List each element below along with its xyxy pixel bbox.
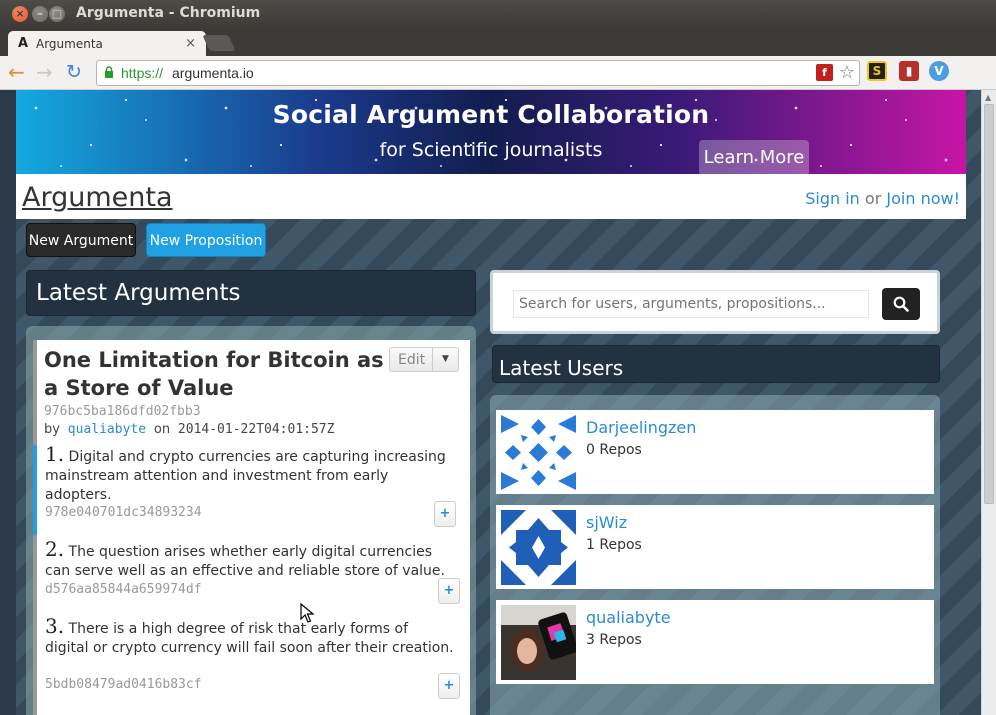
back-arrow-icon[interactable]: ←: [8, 61, 25, 83]
new-argument-button[interactable]: New Argument: [26, 223, 136, 257]
browser-toolbar: ← → ↻ https:// argumenta.io f ☆: [0, 56, 996, 134]
proposition-text: 2. The question arises whether early dig…: [45, 537, 455, 581]
page-viewport: Social Argument Collaboration for Scient…: [0, 90, 996, 715]
latest-users-heading: Latest Users: [492, 345, 940, 383]
proposition-item[interactable]: 1. Digital and crypto currencies are cap…: [33, 442, 466, 535]
window-titlebar: × – □ Argumenta - Chromium: [0, 0, 996, 28]
user-repo-count: 3 Repos: [586, 632, 642, 648]
search-panel: [490, 270, 940, 334]
banner-title: Social Argument Collaboration: [272, 100, 710, 129]
on-label: on: [153, 422, 171, 437]
proposition-number: 1.: [45, 442, 65, 466]
url-host: argumenta.io: [172, 65, 254, 81]
reload-icon[interactable]: ↻: [66, 61, 82, 83]
proposition-hash: 5bdb08479ad0416b83cf: [45, 677, 202, 692]
by-label: by: [44, 422, 60, 437]
proposition-number: 3.: [45, 614, 65, 638]
proposition-item[interactable]: 3. There is a high degree of risk that e…: [37, 614, 470, 715]
add-support-button[interactable]: +: [434, 501, 456, 527]
page-left-gutter: [0, 90, 16, 715]
tab-title: Argumenta: [36, 37, 103, 51]
proposition-text: 1. Digital and crypto currencies are cap…: [45, 442, 455, 505]
argument-hash: 976bc5ba186dfd02fbb3: [44, 404, 201, 419]
proposition-item[interactable]: 2. The question arises whether early dig…: [37, 537, 470, 620]
argument-title[interactable]: One Limitation for Bitcoin as a Store of…: [44, 346, 384, 402]
tab-argumenta[interactable]: A Argumenta ×: [8, 31, 206, 57]
search-icon: [893, 296, 909, 312]
site-logo[interactable]: Argumenta: [22, 182, 173, 213]
url-scheme: https://: [121, 65, 164, 81]
argument-card: One Limitation for Bitcoin as a Store of…: [33, 340, 470, 715]
tab-close-icon[interactable]: ×: [185, 36, 196, 51]
chevron-down-icon[interactable]: ▼: [432, 348, 458, 371]
bookmark-star-icon[interactable]: ☆: [839, 62, 855, 83]
argument-byline: by qualiabyte on 2014-01-22T04:01:57Z: [44, 422, 334, 437]
avatar[interactable]: [501, 510, 576, 585]
search-input[interactable]: [513, 290, 869, 318]
new-proposition-button[interactable]: New Proposition: [146, 223, 266, 257]
extension-s-icon[interactable]: S: [867, 61, 887, 81]
scrollbar-thumb[interactable]: [984, 104, 994, 504]
argumenta-favicon-icon: A: [18, 36, 29, 51]
or-text: or: [864, 189, 882, 208]
user-repo-count: 0 Repos: [586, 442, 642, 458]
user-name-link[interactable]: sjWiz: [586, 513, 627, 532]
user-card[interactable]: Darjeelingzen 0 Repos: [496, 410, 934, 494]
address-bar[interactable]: https:// argumenta.io f ☆: [96, 60, 860, 86]
latest-arguments-heading: Latest Arguments: [26, 270, 476, 316]
edit-label: Edit: [398, 352, 426, 368]
user-card[interactable]: sjWiz 1 Repos: [496, 505, 934, 589]
sign-in-link[interactable]: Sign in: [805, 189, 860, 208]
search-button[interactable]: [882, 288, 920, 320]
banner-subtitle: for Scientific journalists: [379, 139, 603, 161]
add-support-button[interactable]: +: [438, 673, 460, 699]
extension-book-icon[interactable]: ▮: [899, 61, 919, 81]
tab-strip: A Argumenta ×: [0, 28, 996, 57]
add-support-button[interactable]: +: [438, 578, 460, 604]
page-scrollbar[interactable]: ▲: [981, 90, 996, 715]
site-header: Argumenta Sign in or Join now!: [16, 174, 966, 219]
scroll-up-icon[interactable]: ▲: [985, 93, 991, 102]
user-name-link[interactable]: qualiabyte: [586, 608, 671, 627]
window-title: Argumenta - Chromium: [76, 5, 261, 21]
auth-links: Sign in or Join now!: [805, 189, 960, 208]
extension-v-icon[interactable]: V: [929, 61, 949, 81]
new-tab-button[interactable]: [202, 35, 236, 51]
proposition-text: 3. There is a high degree of risk that e…: [45, 614, 455, 658]
user-card[interactable]: qualiabyte 3 Repos: [496, 600, 934, 684]
window-minimize-button[interactable]: –: [32, 6, 48, 22]
promo-banner: Social Argument Collaboration for Scient…: [16, 90, 966, 174]
proposition-body: The question arises whether early digita…: [45, 544, 445, 579]
argument-timestamp: 2014-01-22T04:01:57Z: [177, 422, 335, 437]
mouse-cursor-icon: [300, 603, 314, 623]
window-close-button[interactable]: ×: [12, 6, 28, 22]
proposition-body: Digital and crypto currencies are captur…: [45, 449, 446, 503]
user-name-link[interactable]: Darjeelingzen: [586, 418, 696, 437]
author-link[interactable]: qualiabyte: [68, 422, 146, 437]
proposition-hash: d576aa85844a659974df: [45, 582, 202, 597]
proposition-body: There is a high degree of risk that earl…: [45, 621, 454, 656]
flash-icon[interactable]: f: [816, 64, 833, 81]
user-repo-count: 1 Repos: [586, 537, 642, 553]
proposition-hash: 978e040701dc34893234: [45, 505, 202, 520]
lock-icon: [105, 66, 113, 78]
learn-more-button[interactable]: Learn More: [699, 140, 809, 174]
avatar[interactable]: [501, 605, 576, 680]
window-maximize-button[interactable]: □: [49, 6, 65, 22]
avatar[interactable]: [501, 415, 576, 490]
join-now-link[interactable]: Join now!: [886, 189, 960, 208]
forward-arrow-icon[interactable]: →: [36, 61, 53, 83]
edit-button[interactable]: Edit ▼: [389, 347, 459, 372]
proposition-number: 2.: [45, 537, 65, 561]
